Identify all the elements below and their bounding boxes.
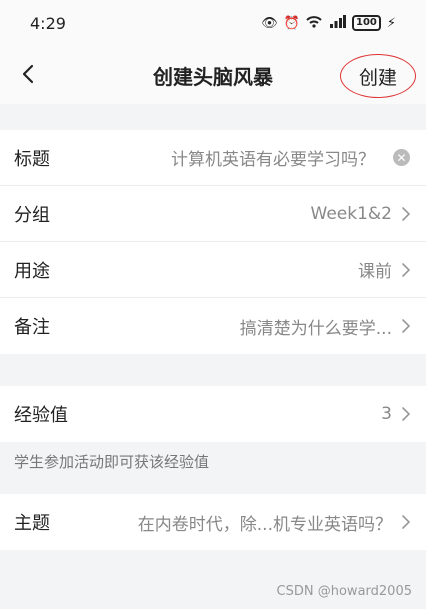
status-icons: 👁 ⏰ 100 ⚡ xyxy=(261,14,396,32)
title-value[interactable]: 计算机英语有必要学习吗？ xyxy=(171,145,375,170)
chevron-right-icon xyxy=(402,206,410,221)
group-label: 分组 xyxy=(14,204,50,226)
note-row[interactable]: 备注 搞清楚为什么要学... xyxy=(0,298,426,354)
chevron-right-icon xyxy=(402,262,410,277)
nav-bar: 创建头脑风暴 创建 xyxy=(0,46,426,104)
clear-icon[interactable]: ✕ xyxy=(393,149,410,166)
note-value: 搞清楚为什么要学... xyxy=(239,318,392,339)
note-label: 备注 xyxy=(14,317,50,338)
experience-row[interactable]: 经验值 3 xyxy=(0,386,426,442)
wifi-icon xyxy=(306,15,322,32)
signal-icon xyxy=(328,14,346,32)
purpose-row[interactable]: 用途 课前 xyxy=(0,242,426,298)
alarm-icon: ⏰ xyxy=(283,15,300,31)
experience-hint: 学生参加活动即可获该经验值 xyxy=(14,453,210,471)
group-row[interactable]: 分组 Week1&2 xyxy=(0,186,426,242)
topic-row[interactable]: 主题 在内卷时代，除...机专业英语吗？ xyxy=(0,494,426,550)
title-row[interactable]: 标题 计算机英语有必要学习吗？ ✕ xyxy=(0,130,426,186)
status-bar: 4:29 👁 ⏰ 100 ⚡ xyxy=(0,0,426,46)
purpose-value: 课前 xyxy=(358,262,392,282)
experience-group: 经验值 3 xyxy=(0,386,426,442)
status-time: 4:29 xyxy=(30,13,66,33)
battery-icon: 100 xyxy=(351,15,381,31)
create-button[interactable]: 创建 xyxy=(340,54,416,98)
watermark: CSDN @howard2005 xyxy=(276,584,412,599)
group-value: Week1&2 xyxy=(310,203,392,224)
topic-group: 主题 在内卷时代，除...机专业英语吗？ xyxy=(0,494,426,550)
topic-value: 在内卷时代，除...机专业英语吗？ xyxy=(137,514,392,535)
purpose-label: 用途 xyxy=(14,260,50,282)
eye-icon: 👁 xyxy=(261,15,278,31)
basic-info-group: 标题 计算机英语有必要学习吗？ ✕ 分组 Week1&2 用途 课前 备注 搞清… xyxy=(0,130,426,354)
experience-value: 3 xyxy=(381,404,392,424)
chevron-right-icon xyxy=(402,319,410,333)
chevron-right-icon xyxy=(402,515,410,529)
topic-label: 主题 xyxy=(14,513,50,534)
charging-icon: ⚡ xyxy=(386,15,396,31)
chevron-right-icon xyxy=(402,407,410,421)
title-label: 标题 xyxy=(14,148,50,170)
experience-label: 经验值 xyxy=(14,405,68,426)
